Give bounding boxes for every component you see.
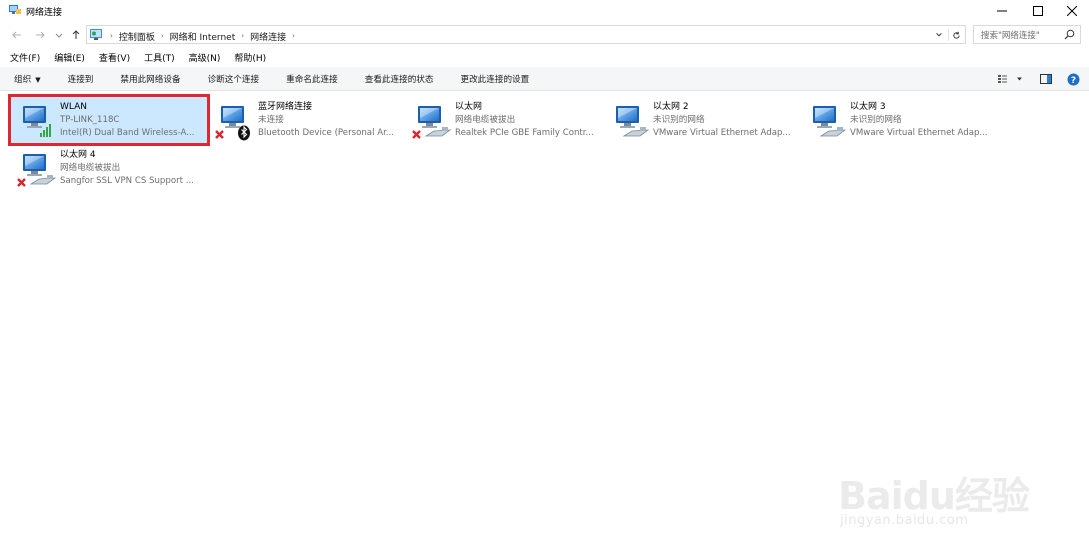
chevron-down-icon: ▼: [35, 75, 41, 84]
forward-button[interactable]: [33, 28, 47, 42]
view-status-button[interactable]: 查看此连接的状态: [363, 71, 436, 87]
address-history-button[interactable]: [933, 29, 945, 41]
connection-text: 以太网 网络电缆被拔出 Realtek PCIe GBE Family Cont…: [455, 101, 603, 140]
change-view-button[interactable]: [995, 71, 1025, 87]
menu-view[interactable]: 查看(V): [97, 50, 132, 65]
wifi-adapter-icon: [23, 106, 51, 137]
breadcrumb: › 控制面板 › 网络和 Internet › 网络连接 ›: [107, 29, 298, 43]
connection-name: 以太网: [455, 102, 483, 112]
connection-status: 网络电缆被拔出: [60, 163, 121, 173]
connection-device: Sangfor SSL VPN CS Support ...: [60, 176, 194, 186]
watermark-logo: Baidu经验: [838, 474, 1030, 518]
menu-help[interactable]: 帮助(H): [232, 50, 268, 65]
view-options-icon: [998, 75, 1022, 83]
close-button[interactable]: [1055, 0, 1089, 22]
baidu-watermark: Baidu经验 jingyan.baidu.com: [838, 465, 1038, 555]
search-icon: [1064, 29, 1075, 40]
minimize-icon: [997, 10, 1007, 12]
refresh-icon: [952, 31, 960, 39]
navigation-bar: › 控制面板 › 网络和 Internet › 网络连接 › 搜索"网络连接": [0, 22, 1089, 48]
connection-device: VMware Virtual Ethernet Adap...: [653, 128, 791, 138]
rename-connection-button[interactable]: 重命名此连接: [284, 71, 340, 87]
menu-edit[interactable]: 编辑(E): [52, 50, 87, 65]
connection-status: 网络电缆被拔出: [455, 115, 516, 125]
connection-item-bluetooth[interactable]: 蓝牙网络连接 未连接 Bluetooth Device (Personal Ar…: [209, 97, 405, 143]
back-button[interactable]: [10, 28, 24, 42]
ethernet-adapter-icon: [616, 106, 650, 137]
ethernet-disconnected-icon: [17, 154, 57, 187]
connection-text: WLAN TP-LINK_118C Intel(R) Dual Band Wir…: [60, 101, 208, 140]
connection-name: 以太网 4: [60, 150, 96, 160]
connection-item-ethernet-4[interactable]: 以太网 4 网络电缆被拔出 Sangfor SSL VPN CS Support…: [11, 145, 207, 191]
minimize-button[interactable]: [985, 0, 1019, 22]
maximize-button[interactable]: [1021, 0, 1055, 22]
chevron-right-icon[interactable]: ›: [289, 32, 298, 40]
preview-pane-icon: [1040, 74, 1052, 84]
window-title: 网络连接: [26, 8, 63, 18]
network-connections-icon: [9, 5, 21, 14]
recent-locations-button[interactable]: [52, 28, 66, 42]
help-button[interactable]: ?: [1065, 71, 1081, 87]
breadcrumb-network-internet[interactable]: 网络和 Internet: [167, 30, 239, 43]
breadcrumb-control-panel[interactable]: 控制面板: [116, 30, 158, 43]
disable-device-button[interactable]: 禁用此网络设备: [118, 71, 182, 87]
menu-advanced[interactable]: 高级(N): [187, 50, 223, 65]
connection-text: 以太网 2 未识别的网络 VMware Virtual Ethernet Ada…: [653, 101, 801, 140]
ethernet-adapter-icon: [813, 106, 847, 137]
connection-status: 未连接: [258, 115, 284, 125]
maximize-icon: [1033, 6, 1043, 16]
arrow-left-icon: [12, 31, 21, 39]
menu-tools[interactable]: 工具(T): [142, 50, 177, 65]
connection-status: TP-LINK_118C: [60, 115, 120, 125]
up-button[interactable]: [69, 28, 83, 42]
search-placeholder: 搜索"网络连接": [981, 31, 1040, 41]
ethernet-disconnected-icon: [412, 106, 452, 139]
connection-name: 蓝牙网络连接: [258, 102, 313, 112]
connection-name: 以太网 3: [850, 102, 886, 112]
connection-item-ethernet-3[interactable]: 以太网 3 未识别的网络 VMware Virtual Ethernet Ada…: [801, 97, 997, 143]
address-bar[interactable]: › 控制面板 › 网络和 Internet › 网络连接 ›: [86, 25, 966, 44]
connection-device: Intel(R) Dual Band Wireless-A...: [60, 128, 195, 138]
chevron-right-icon[interactable]: ›: [238, 32, 247, 40]
organize-label: 组织: [14, 74, 32, 85]
help-icon: ?: [1067, 73, 1079, 86]
chevron-right-icon[interactable]: ›: [107, 32, 116, 40]
change-settings-button[interactable]: 更改此连接的设置: [458, 71, 531, 87]
chevron-down-icon: [936, 33, 942, 37]
breadcrumb-network-connections[interactable]: 网络连接: [247, 30, 289, 43]
watermark-url: jingyan.baidu.com: [840, 513, 969, 528]
refresh-button[interactable]: [948, 29, 963, 41]
organize-button[interactable]: 组织 ▼: [12, 71, 43, 87]
connection-item-ethernet[interactable]: 以太网 网络电缆被拔出 Realtek PCIe GBE Family Cont…: [406, 97, 602, 143]
connection-item-ethernet-2[interactable]: 以太网 2 未识别的网络 VMware Virtual Ethernet Ada…: [604, 97, 800, 143]
svg-text:?: ?: [1070, 76, 1075, 86]
search-input[interactable]: 搜索"网络连接": [973, 25, 1081, 44]
connection-text: 以太网 3 未识别的网络 VMware Virtual Ethernet Ada…: [850, 101, 998, 140]
close-icon: [1067, 6, 1077, 16]
control-panel-icon: [90, 29, 102, 40]
menu-bar: 文件(F) 编辑(E) 查看(V) 工具(T) 高级(N) 帮助(H): [0, 48, 1089, 67]
connection-item-wlan[interactable]: WLAN TP-LINK_118C Intel(R) Dual Band Wir…: [8, 94, 210, 146]
preview-pane-button[interactable]: [1038, 71, 1054, 87]
command-bar: 组织 ▼ 连接到 禁用此网络设备 诊断这个连接 重命名此连接 查看此连接的状态 更…: [0, 67, 1089, 91]
connection-name: WLAN: [60, 102, 88, 112]
connection-device: Bluetooth Device (Personal Ar...: [258, 128, 395, 138]
connect-to-button[interactable]: 连接到: [66, 71, 96, 87]
menu-file[interactable]: 文件(F): [8, 50, 42, 65]
connection-device: VMware Virtual Ethernet Adap...: [850, 128, 988, 138]
arrow-right-icon: [36, 31, 45, 39]
connection-name: 以太网 2: [653, 102, 689, 112]
connection-status: 未识别的网络: [850, 115, 902, 125]
connection-device: Realtek PCIe GBE Family Contr...: [455, 128, 594, 138]
arrow-up-icon: [72, 30, 80, 39]
connection-status: 未识别的网络: [653, 115, 705, 125]
bluetooth-adapter-icon: [215, 106, 250, 141]
connection-text: 蓝牙网络连接 未连接 Bluetooth Device (Personal Ar…: [258, 101, 406, 140]
diagnose-connection-button[interactable]: 诊断这个连接: [206, 71, 262, 87]
title-bar: 网络连接: [0, 0, 1089, 22]
chevron-right-icon[interactable]: ›: [158, 32, 167, 40]
chevron-down-icon: [55, 33, 63, 38]
connection-text: 以太网 4 网络电缆被拔出 Sangfor SSL VPN CS Support…: [60, 149, 208, 188]
